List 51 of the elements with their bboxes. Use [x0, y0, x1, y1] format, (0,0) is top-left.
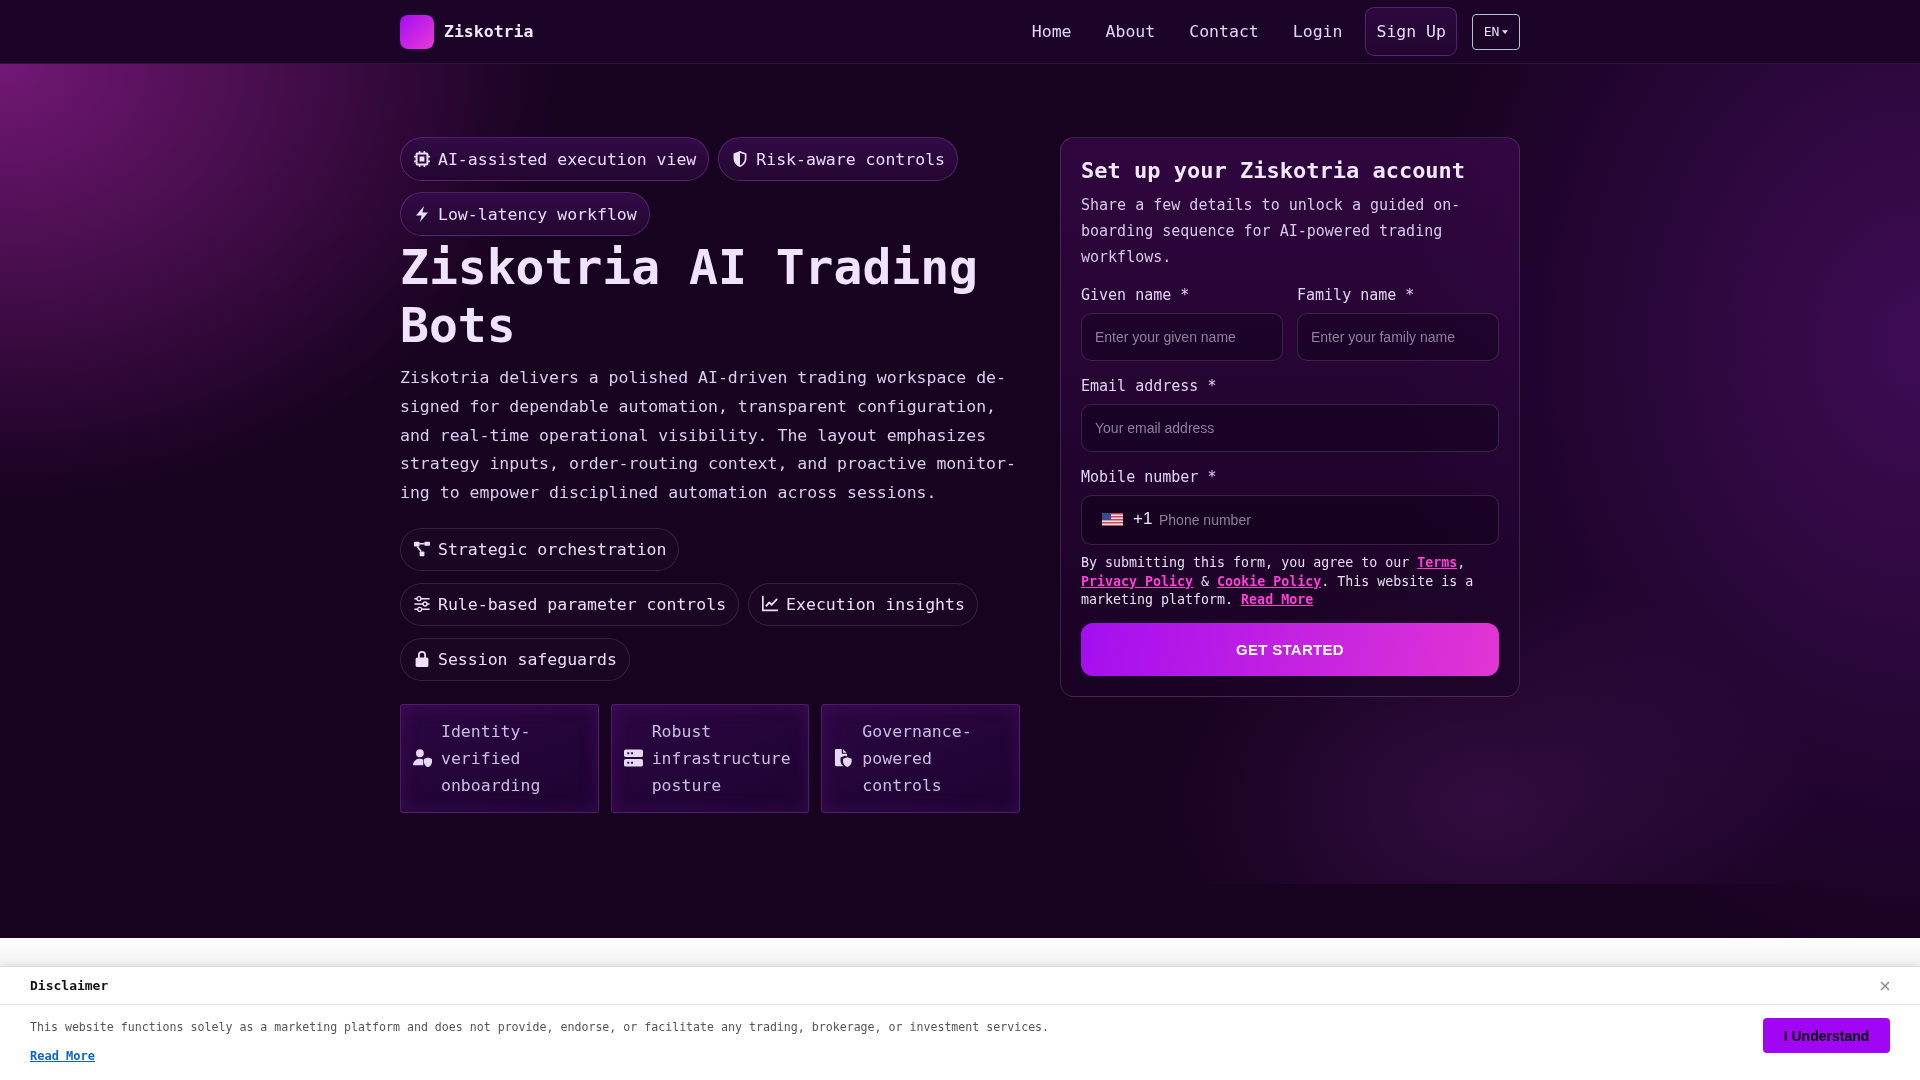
file-shield-icon — [834, 749, 854, 768]
submit-button[interactable]: GET STARTED — [1081, 623, 1499, 677]
flag-icon — [1102, 513, 1123, 526]
server-icon — [623, 749, 643, 768]
policy-link[interactable]: Terms — [1417, 555, 1458, 570]
field-label: Email address * — [1081, 376, 1218, 396]
nav-link[interactable]: Login — [1285, 16, 1350, 47]
policy-link[interactable]: Privacy Policy — [1081, 573, 1194, 589]
chip-icon — [414, 151, 430, 167]
hero-description: Ziskotria delivers a polished AI-driven trading workspace de-signed for dependable automation, transparent configuration, and real-time operational visibility. The layout emphasizes strategy inputs, order-routing context, and proactive monitor-ing to empower disciplined automation across sessions. — [400, 367, 1017, 505]
trust-card-text: Governance-powered controls — [862, 721, 973, 797]
close-icon — [1880, 980, 1890, 991]
disclaimer-text: This website functions solely as a marketing platform and does not provide, endorse, or facilitate any trading, brokerage, or investment services. — [30, 1019, 1050, 1035]
trust-card-text: Identity-verified onboarding — [441, 721, 542, 797]
brand-link[interactable]: Ziskotria — [400, 14, 534, 49]
country-code: +1 — [1133, 509, 1153, 529]
trust-card-text: Robust infrastructure posture — [651, 721, 792, 797]
highlight-label: AI-assisted execution view — [438, 149, 697, 169]
diagram-icon — [414, 541, 430, 558]
sliders-icon — [414, 596, 430, 613]
line-chart-icon — [762, 596, 779, 613]
caret-icon — [1502, 29, 1509, 34]
form-title: Set up your Ziskotria account — [1081, 157, 1467, 185]
logo-icon — [400, 14, 434, 49]
hero-title: Ziskotria AI Trading Bots — [400, 238, 979, 354]
read-more-link[interactable]: Read More — [30, 1048, 96, 1064]
feature-label: Strategic orchestration — [438, 540, 667, 559]
consent-text: By submitting this form, you agree to our Terms, Privacy Policy & Cookie Policy. This website is a marketing platform. Read More — [1081, 554, 1475, 610]
nav-link[interactable]: Contact — [1182, 16, 1266, 47]
form-description: Share a few details to unlock a guided on-boarding sequence for AI-powered trading workflows. — [1081, 195, 1462, 268]
highlight-label: Risk-aware controls — [756, 149, 946, 169]
feature-label: Execution insights — [786, 595, 965, 614]
shield-icon — [732, 151, 749, 167]
lock-icon — [414, 651, 430, 668]
feature-label: Rule-based parameter controls — [438, 595, 727, 614]
highlight-label: Low-latency workflow — [438, 204, 637, 224]
lightning-bolt-icon — [414, 206, 430, 222]
disclaimer-title: Disclaimer — [30, 978, 109, 993]
field-label: Given name * — [1081, 285, 1191, 305]
nav-link[interactable]: Home — [1024, 16, 1079, 47]
close-button[interactable] — [1880, 980, 1890, 991]
language-button[interactable]: EN — [1472, 13, 1520, 50]
nav-link[interactable]: About — [1098, 16, 1163, 47]
field-label: Family name * — [1297, 285, 1416, 305]
policy-link[interactable]: Read More — [1241, 592, 1314, 608]
sign-up-button[interactable]: Sign Up — [1365, 7, 1457, 56]
field-label: Mobile number * — [1081, 467, 1218, 487]
feature-label: Session safeguards — [438, 650, 617, 669]
policy-link[interactable]: Cookie Policy — [1217, 573, 1322, 589]
user-shield-icon — [413, 749, 432, 768]
understand-button[interactable]: I Understand — [1763, 1018, 1890, 1053]
